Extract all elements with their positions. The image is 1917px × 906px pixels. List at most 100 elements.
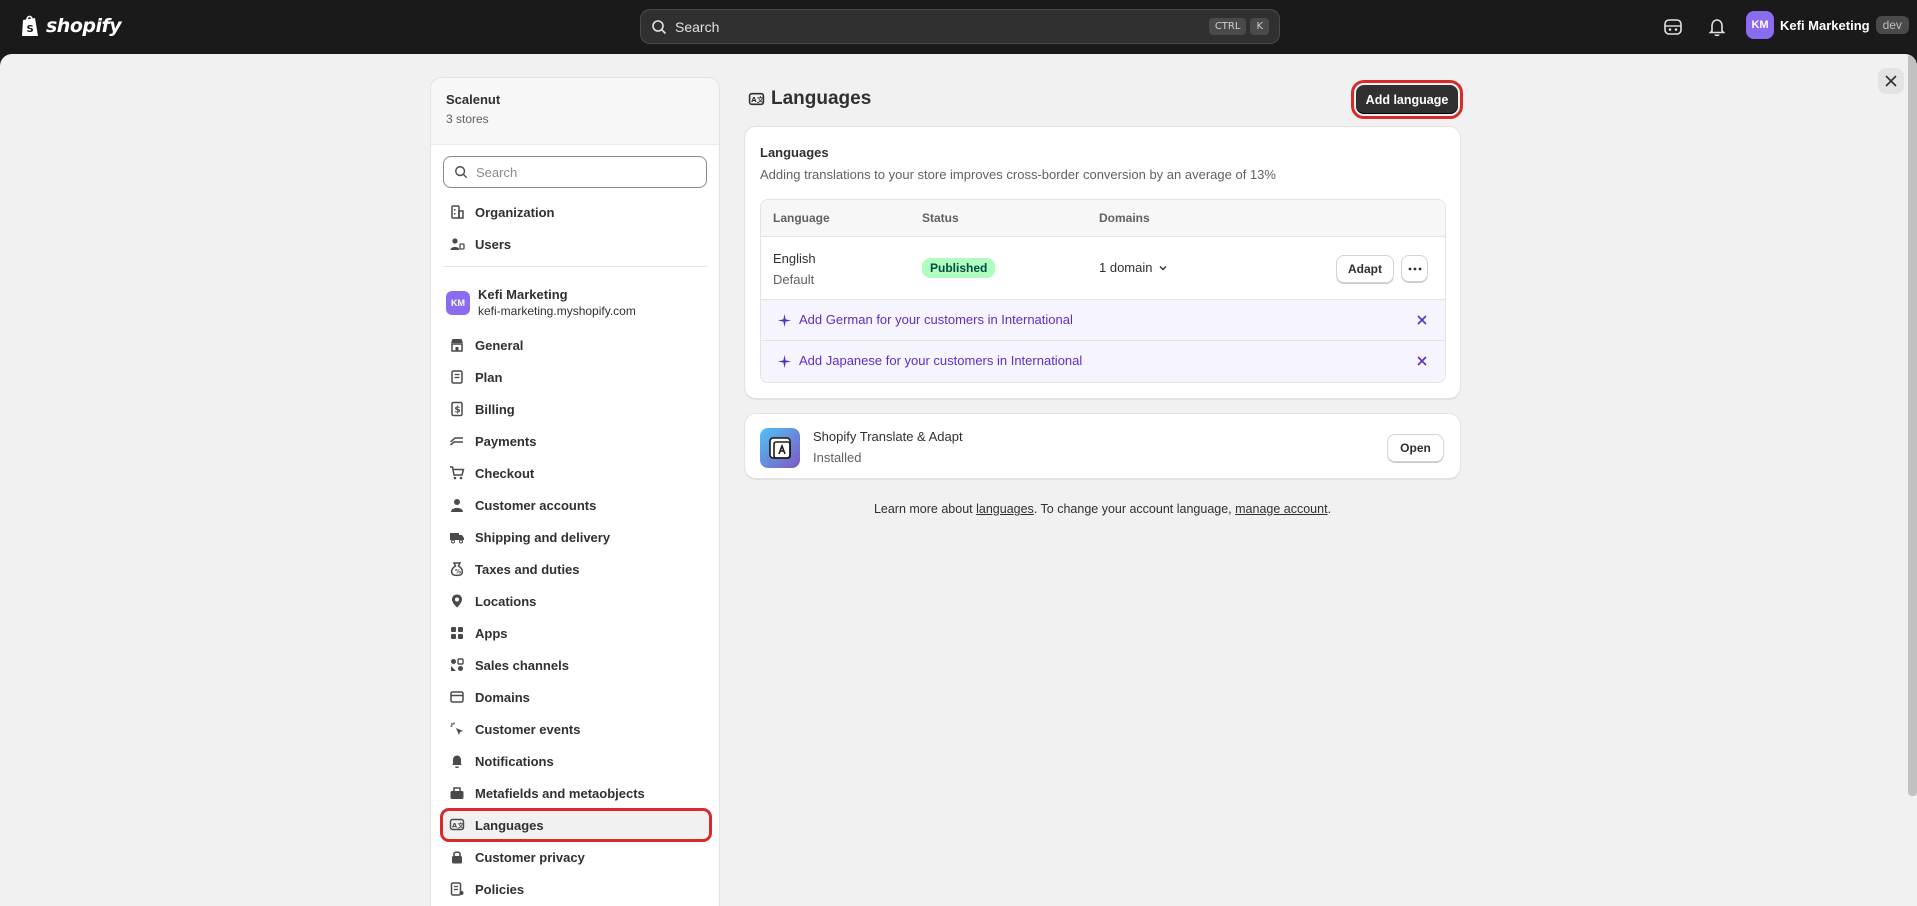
sidebar-item-policies[interactable]: Policies xyxy=(443,875,709,903)
shopify-logo[interactable]: S shopify xyxy=(20,14,122,38)
search-placeholder: Search xyxy=(675,18,720,35)
users-icon xyxy=(450,238,465,250)
sidebar-item-languages[interactable]: A文 Languages xyxy=(440,808,712,842)
top-bar: S shopify Search CTRL K KM Kefi Marketin… xyxy=(0,0,1917,54)
svg-text:A: A xyxy=(452,822,457,830)
shortcut-k: K xyxy=(1250,18,1269,35)
sidebar-item-label: Metafields and metaobjects xyxy=(475,785,645,801)
store-avatar: KM xyxy=(446,290,470,315)
building-icon xyxy=(451,205,464,219)
svg-text:%: % xyxy=(455,569,461,576)
translate-glyph-icon xyxy=(769,437,791,459)
sidebar-item-label: Shipping and delivery xyxy=(475,529,611,545)
store-name: Kefi Marketing xyxy=(478,287,568,302)
manage-account-link[interactable]: manage account xyxy=(1235,502,1327,516)
apps-icon xyxy=(451,627,463,639)
app-name: Shopify Translate & Adapt xyxy=(813,429,963,444)
sidebar-item-label: Users xyxy=(475,236,512,252)
env-badge: dev xyxy=(1875,16,1909,34)
sidebar-item-label: General xyxy=(475,337,524,353)
sidebar-item-notifications[interactable]: Notifications xyxy=(443,747,709,775)
location-icon xyxy=(452,594,462,608)
truck-icon xyxy=(450,533,464,544)
bell-icon[interactable] xyxy=(1706,16,1728,38)
sidebar-item-label: Plan xyxy=(475,369,503,385)
shortcut-ctrl: CTRL xyxy=(1208,18,1247,35)
billing-icon: $ xyxy=(451,401,463,417)
sidebar-item-label: Organization xyxy=(475,204,555,220)
column-header-status: Status xyxy=(922,211,959,225)
sidebar-item-label: Apps xyxy=(475,625,508,641)
metafields-icon xyxy=(450,787,464,799)
channels-icon xyxy=(451,658,464,671)
language-icon: A文 xyxy=(748,92,765,105)
add-language-button[interactable]: Add language xyxy=(1351,80,1463,119)
sidebar-item-label: Customer accounts xyxy=(475,497,597,513)
add-german-link[interactable]: Add German for your customers in Interna… xyxy=(799,312,1073,327)
global-search-input[interactable]: Search CTRL K xyxy=(640,9,1280,44)
sidebar-item-apps[interactable]: Apps xyxy=(443,619,709,647)
language-name: English xyxy=(773,251,816,266)
account-menu[interactable]: KM Kefi Marketing dev xyxy=(1746,11,1909,39)
close-settings-button[interactable] xyxy=(1878,68,1904,94)
sidebar-item-label: Billing xyxy=(475,401,515,417)
settings-canvas: Scalenut 3 stores Search Organization Us… xyxy=(0,54,1917,906)
sidebar-item-customer-privacy[interactable]: Customer privacy xyxy=(443,843,709,871)
sidebar-item-payments[interactable]: Payments xyxy=(443,427,709,455)
sidebar-item-organization[interactable]: Organization xyxy=(443,198,709,226)
page-scrollbar[interactable] xyxy=(1908,54,1917,796)
domains-dropdown[interactable]: 1 domain xyxy=(1099,260,1168,275)
help-footer: Learn more about languages. To change yo… xyxy=(744,502,1461,516)
sidebar-item-plan[interactable]: Plan xyxy=(443,363,709,391)
sidebar-item-locations[interactable]: Locations xyxy=(443,587,709,615)
sidebar-item-label: Customer privacy xyxy=(475,849,585,865)
page-title-text: Languages xyxy=(771,88,872,109)
languages-help-link[interactable]: languages xyxy=(976,502,1034,516)
ellipsis-icon xyxy=(1408,267,1421,270)
store-icon xyxy=(451,339,463,352)
add-japanese-link[interactable]: Add Japanese for your customers in Inter… xyxy=(799,353,1082,368)
sidebar-item-label: Payments xyxy=(475,433,537,449)
more-actions-button[interactable] xyxy=(1401,255,1428,282)
domains-dropdown-label: 1 domain xyxy=(1099,260,1153,275)
dismiss-icon[interactable] xyxy=(1416,314,1428,326)
organization-store-count: 3 stores xyxy=(446,112,489,126)
card-title: Languages xyxy=(760,145,829,160)
adapt-button[interactable]: Adapt xyxy=(1336,255,1394,283)
sidebar-item-label: Checkout xyxy=(475,465,535,481)
open-app-button[interactable]: Open xyxy=(1387,434,1444,462)
sidebar-item-metafields[interactable]: Metafields and metaobjects xyxy=(443,779,709,807)
organization-header[interactable]: Scalenut 3 stores xyxy=(431,78,719,145)
close-icon xyxy=(1885,75,1897,87)
sidebar-item-customer-accounts[interactable]: Customer accounts xyxy=(443,491,709,519)
sidebar-item-checkout[interactable]: Checkout xyxy=(443,459,709,487)
sidebar-item-sales-channels[interactable]: Sales channels xyxy=(443,651,709,679)
table-row: English Default Published 1 domain Adapt xyxy=(761,237,1445,300)
sidebar-item-shipping[interactable]: Shipping and delivery xyxy=(443,523,709,551)
sidebar-item-domains[interactable]: Domains xyxy=(443,683,709,711)
logo-text: shopify xyxy=(46,15,122,37)
sidebar-item-billing[interactable]: $ Billing xyxy=(443,395,709,423)
card-subtitle: Adding translations to your store improv… xyxy=(760,167,1276,182)
search-placeholder: Search xyxy=(476,164,518,180)
sidebar-item-taxes[interactable]: % Taxes and duties xyxy=(443,555,709,583)
sidebar-item-label: Policies xyxy=(475,881,525,897)
search-icon xyxy=(652,19,667,34)
translate-app-card: Shopify Translate & Adapt Installed Open xyxy=(744,413,1461,479)
svg-text:$: $ xyxy=(454,406,460,416)
svg-text:S: S xyxy=(27,24,34,35)
sidebar-divider xyxy=(443,266,707,267)
table-header: Language Status Domains xyxy=(761,200,1445,237)
cursor-icon xyxy=(450,722,463,735)
footer-text: . xyxy=(1327,502,1332,516)
dismiss-icon[interactable] xyxy=(1416,355,1428,367)
settings-search-input[interactable]: Search xyxy=(443,156,707,188)
sidebar-item-label: Languages xyxy=(475,817,544,833)
translate-app-icon xyxy=(760,428,800,468)
sidebar-item-users[interactable]: Users xyxy=(443,230,709,258)
sidebar-item-general[interactable]: General xyxy=(443,331,709,359)
sidebar-item-customer-events[interactable]: Customer events xyxy=(443,715,709,743)
sidekick-icon[interactable] xyxy=(1662,16,1684,38)
store-selector[interactable]: KM Kefi Marketing kefi-marketing.myshopi… xyxy=(446,287,636,318)
settings-sidebar: Scalenut 3 stores Search Organization Us… xyxy=(430,77,720,906)
